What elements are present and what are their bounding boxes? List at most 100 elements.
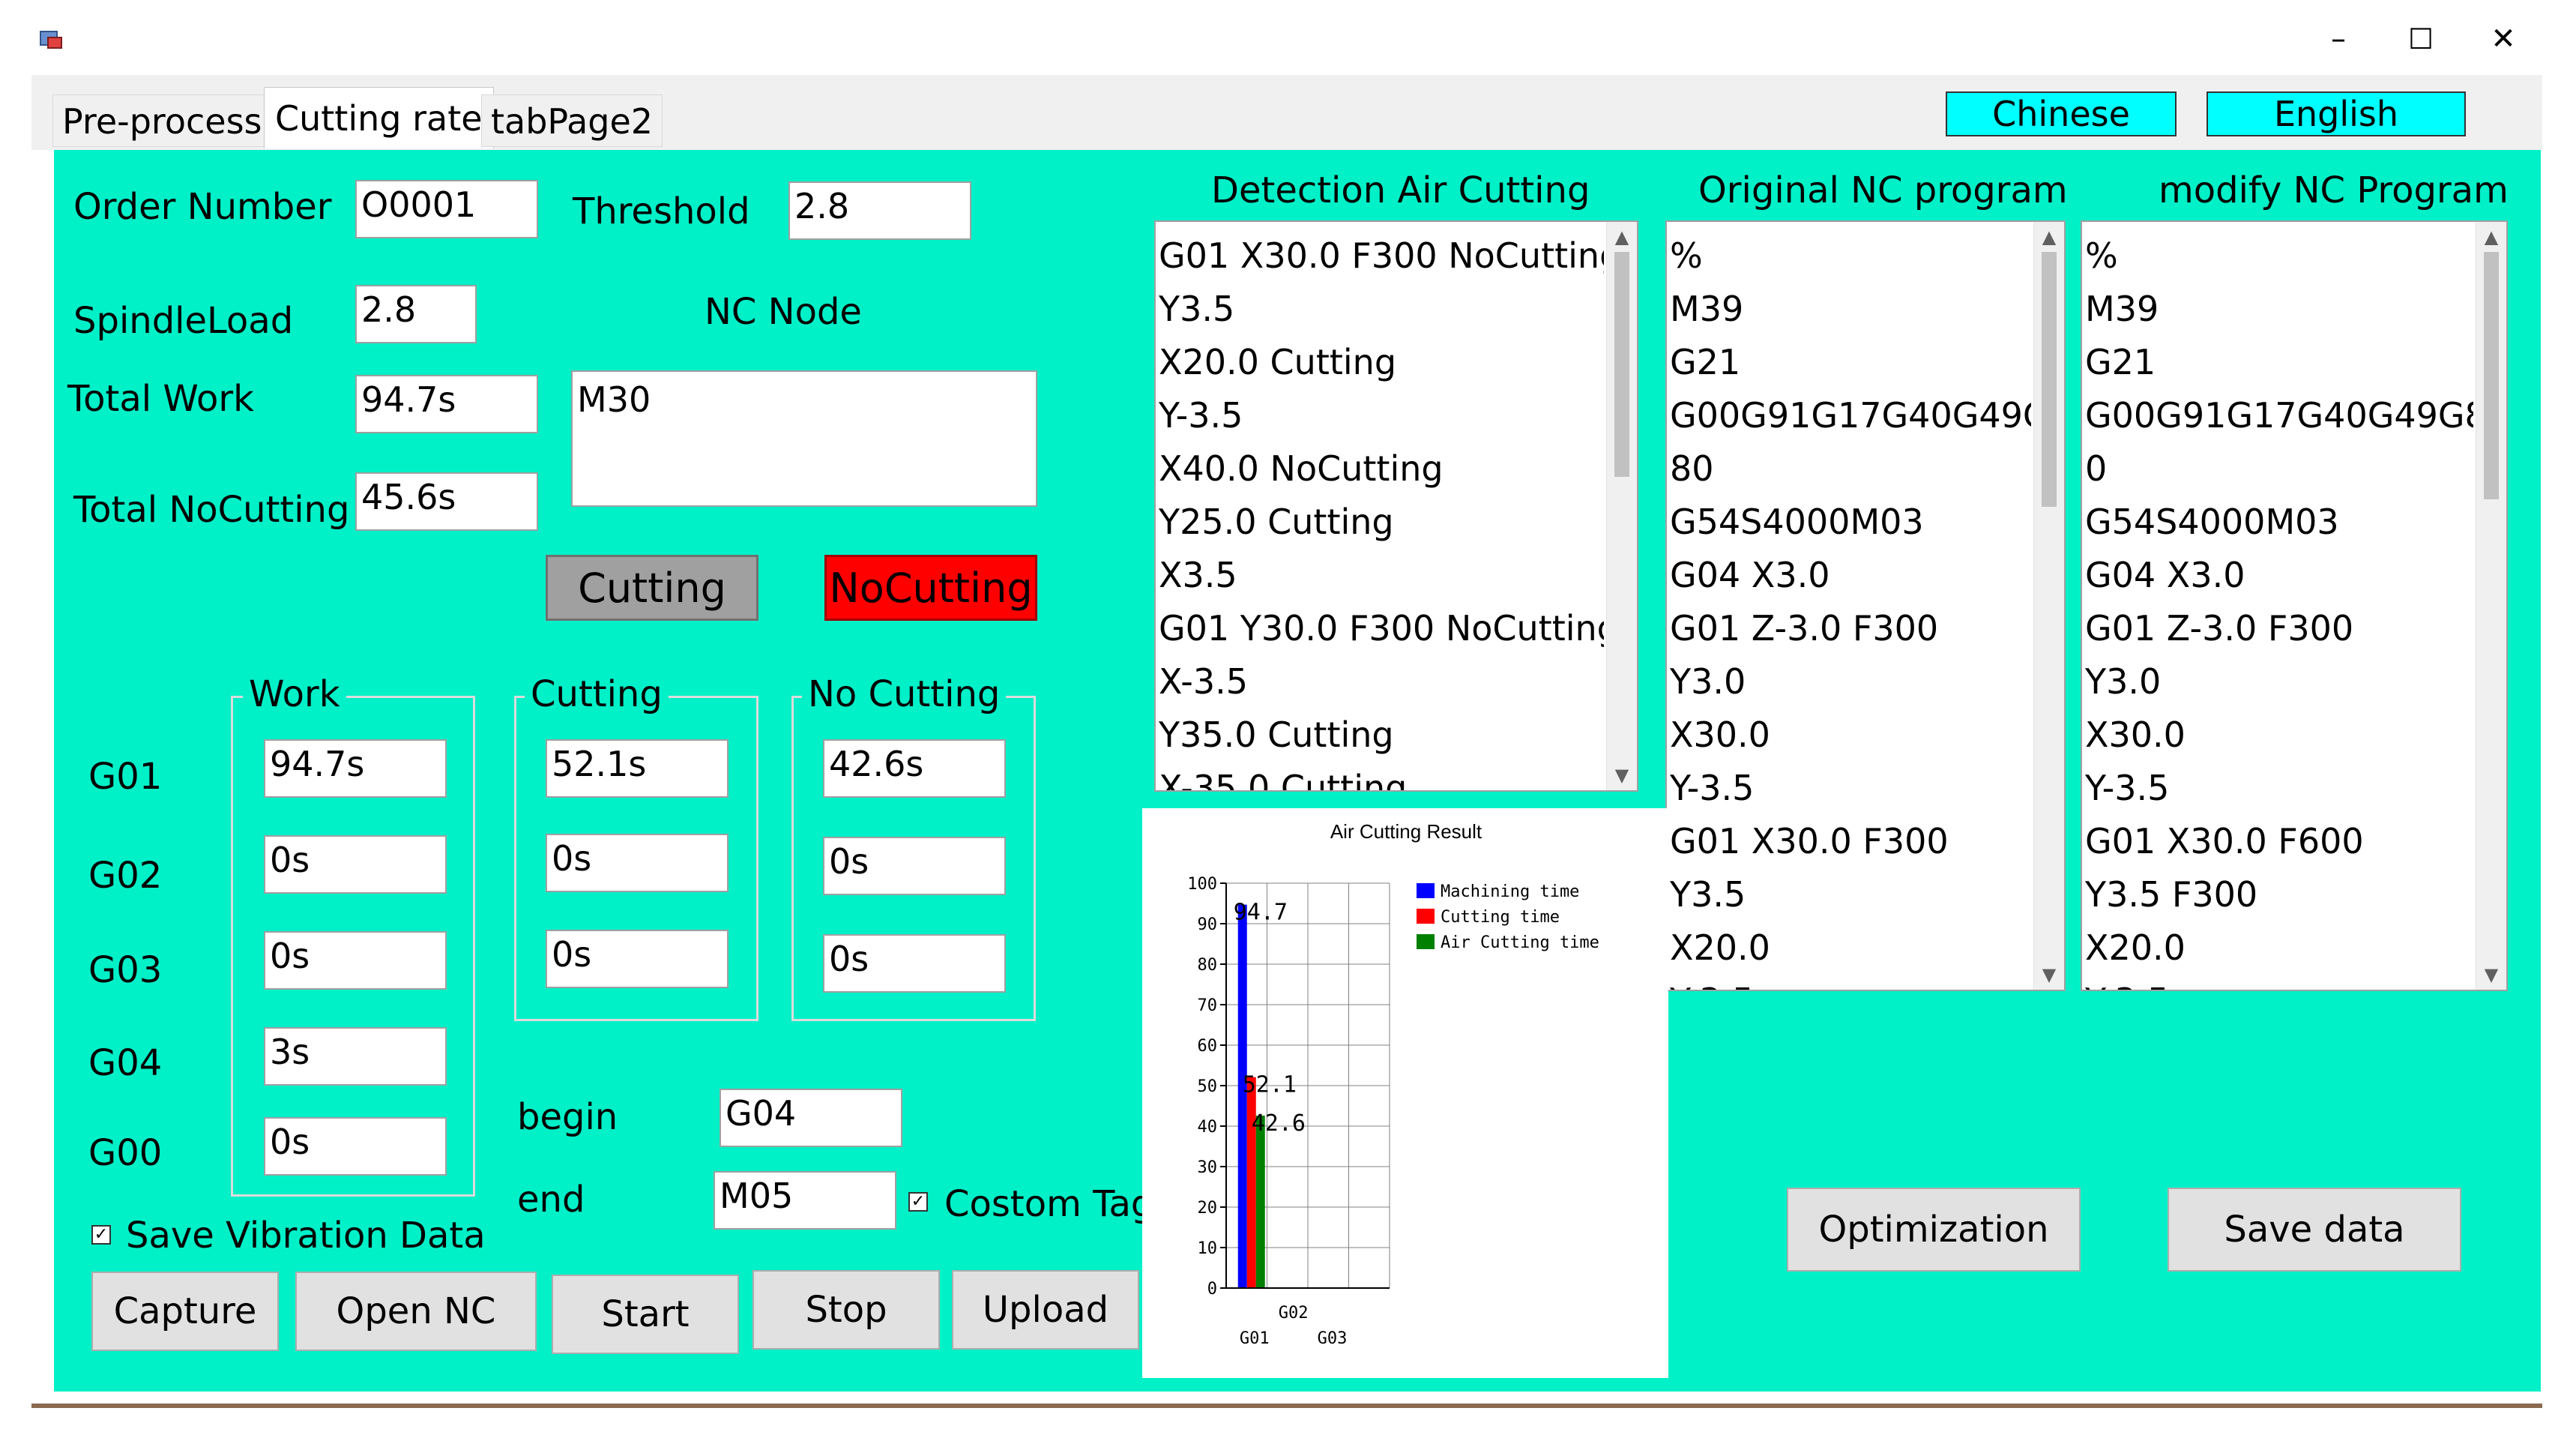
g03-no-cutting-field[interactable]: 0s	[823, 934, 1006, 993]
chart-legend: Machining time Cutting time Air Cutting ti…	[1417, 882, 1599, 952]
g01-work-field[interactable]: 94.7s	[264, 739, 447, 798]
original-nc-scrollbar[interactable]: ▲ ▼	[2033, 222, 2064, 990]
total-nocutting-field[interactable]: 45.6s	[355, 472, 538, 531]
list-item[interactable]: X-3.5	[1159, 655, 1604, 709]
list-item[interactable]: G21	[2085, 336, 2473, 389]
tab-tabpage2[interactable]: tabPage2	[481, 94, 663, 147]
list-item[interactable]: X20.0	[1670, 921, 2031, 975]
original-nc-listbox[interactable]: % M39 G21 G00G91G17G40G49G 80 G54S4000M0…	[1665, 220, 2066, 991]
chart-title: Air Cutting Result	[1330, 820, 1482, 843]
modify-nc-items: % M39 G21 G00G91G17G40G49G8 0 G54S4000M0…	[2085, 229, 2473, 990]
list-item[interactable]: Y35.0 Cutting	[1159, 709, 1604, 762]
gcode-label-g01: G01	[88, 756, 163, 798]
list-item[interactable]: Y3.0	[2085, 655, 2473, 709]
list-item[interactable]: G04 X3.0	[2085, 549, 2473, 602]
g00-work-field[interactable]: 0s	[264, 1117, 447, 1176]
tab-cutting-rate[interactable]: Cutting rate	[264, 87, 494, 148]
list-item[interactable]: G54S4000M03	[1670, 496, 2031, 549]
nc-node-field[interactable]: M30	[571, 370, 1037, 507]
custom-tag-checkbox[interactable]: ✓	[908, 1192, 928, 1212]
list-item[interactable]: %	[2085, 229, 2473, 283]
g03-work-field[interactable]: 0s	[264, 931, 447, 990]
list-item[interactable]: Y-3.5	[2085, 762, 2473, 815]
g01-no-cutting-field[interactable]: 42.6s	[823, 739, 1006, 798]
g01-cutting-field[interactable]: 52.1s	[546, 739, 729, 798]
scroll-thumb[interactable]	[2042, 252, 2057, 507]
list-item[interactable]: Y-3.5	[1670, 975, 2031, 990]
chinese-button[interactable]: Chinese	[1946, 91, 2177, 136]
list-item[interactable]: M39	[1670, 283, 2031, 336]
g03-cutting-field[interactable]: 0s	[546, 930, 729, 988]
list-item[interactable]: G00G91G17G40G49G8	[2085, 389, 2473, 442]
g04-work-field[interactable]: 3s	[264, 1027, 447, 1086]
spindle-load-field[interactable]: 2.8	[355, 285, 477, 343]
list-item[interactable]: G01 Y30.0 F300 NoCutting	[1159, 602, 1604, 655]
scroll-thumb[interactable]	[2484, 252, 2499, 499]
scroll-up-icon[interactable]: ▲	[2034, 223, 2064, 250]
modify-nc-scrollbar[interactable]: ▲ ▼	[2476, 222, 2506, 990]
list-item[interactable]: 80	[1670, 442, 2031, 496]
list-item[interactable]: X20.0	[2085, 921, 2473, 975]
total-work-field[interactable]: 94.7s	[355, 375, 538, 433]
list-item[interactable]: 0	[2085, 442, 2473, 496]
list-item[interactable]: G01 Z-3.0 F300	[2085, 602, 2473, 655]
list-item[interactable]: Y3.5 F300	[2085, 868, 2473, 921]
save-data-button[interactable]: Save data	[2168, 1188, 2461, 1272]
close-button[interactable]: ✕	[2473, 16, 2533, 61]
custom-tag-label: Costom Tag	[944, 1183, 1154, 1225]
scroll-thumb[interactable]	[1614, 252, 1629, 477]
list-item[interactable]: Y25.0 Cutting	[1159, 496, 1604, 549]
upload-button[interactable]: Upload	[952, 1270, 1139, 1350]
scroll-down-icon[interactable]: ▼	[1607, 762, 1637, 789]
chart-legend-label: Machining time	[1441, 882, 1579, 901]
detection-scrollbar[interactable]: ▲ ▼	[1606, 222, 1637, 790]
list-item[interactable]: %	[1670, 229, 2031, 283]
order-number-field[interactable]: O0001	[355, 180, 538, 238]
list-item[interactable]: Y-3.5	[1159, 389, 1604, 442]
capture-button[interactable]: Capture	[91, 1272, 279, 1351]
list-item[interactable]: Y-3.5	[1670, 762, 2031, 815]
open-nc-button[interactable]: Open NC	[295, 1272, 537, 1351]
list-item[interactable]: Y3.5	[1159, 283, 1604, 336]
start-button[interactable]: Start	[552, 1275, 739, 1354]
g02-cutting-field[interactable]: 0s	[546, 834, 729, 892]
detection-listbox[interactable]: G01 X30.0 F300 NoCutting Y3.5 X20.0 Cutt…	[1154, 220, 1638, 792]
chart-data-label: 42.6	[1252, 1110, 1306, 1137]
scroll-down-icon[interactable]: ▼	[2034, 961, 2064, 988]
list-item[interactable]: G01 X30.0 F300 NoCutting	[1159, 229, 1604, 283]
list-item[interactable]: Y3.5	[1670, 868, 2031, 921]
list-item[interactable]: G01 X30.0 F600	[2085, 815, 2473, 868]
maximize-button[interactable]: ☐	[2391, 16, 2451, 61]
modify-nc-listbox[interactable]: % M39 G21 G00G91G17G40G49G8 0 G54S4000M0…	[2081, 220, 2508, 991]
tab-pre-process[interactable]: Pre-process	[52, 94, 272, 147]
list-item[interactable]: X3.5	[1159, 549, 1604, 602]
scroll-up-icon[interactable]: ▲	[1607, 223, 1637, 250]
list-item[interactable]: G04 X3.0	[1670, 549, 2031, 602]
list-item[interactable]: X30.0	[2085, 709, 2473, 762]
list-item[interactable]: X20.0 Cutting	[1159, 336, 1604, 389]
list-item[interactable]: X30.0	[1670, 709, 2031, 762]
list-item[interactable]: Y3.0	[1670, 655, 2031, 709]
minimize-button[interactable]: –	[2308, 16, 2368, 61]
g02-no-cutting-field[interactable]: 0s	[823, 837, 1006, 895]
scroll-down-icon[interactable]: ▼	[2476, 961, 2506, 988]
list-item[interactable]: Y-3.5	[2085, 975, 2473, 990]
english-button[interactable]: English	[2207, 91, 2466, 136]
list-item[interactable]: G01 Z-3.0 F300	[1670, 602, 2031, 655]
list-item[interactable]: G54S4000M03	[2085, 496, 2473, 549]
list-item[interactable]: G01 X30.0 F300	[1670, 815, 2031, 868]
optimization-button[interactable]: Optimization	[1787, 1188, 2081, 1272]
threshold-label: Threshold	[573, 190, 750, 232]
end-field[interactable]: M05	[714, 1171, 896, 1230]
stop-button[interactable]: Stop	[752, 1270, 940, 1350]
list-item[interactable]: G00G91G17G40G49G	[1670, 389, 2031, 442]
list-item[interactable]: M39	[2085, 283, 2473, 336]
scroll-up-icon[interactable]: ▲	[2476, 223, 2506, 250]
begin-field[interactable]: G04	[720, 1089, 902, 1147]
list-item[interactable]: G21	[1670, 336, 2031, 389]
list-item[interactable]: X-35.0 Cutting	[1159, 762, 1604, 790]
save-vibration-checkbox[interactable]: ✓	[91, 1225, 111, 1245]
g02-work-field[interactable]: 0s	[264, 835, 447, 894]
threshold-field[interactable]: 2.8	[788, 181, 971, 240]
list-item[interactable]: X40.0 NoCutting	[1159, 442, 1604, 496]
